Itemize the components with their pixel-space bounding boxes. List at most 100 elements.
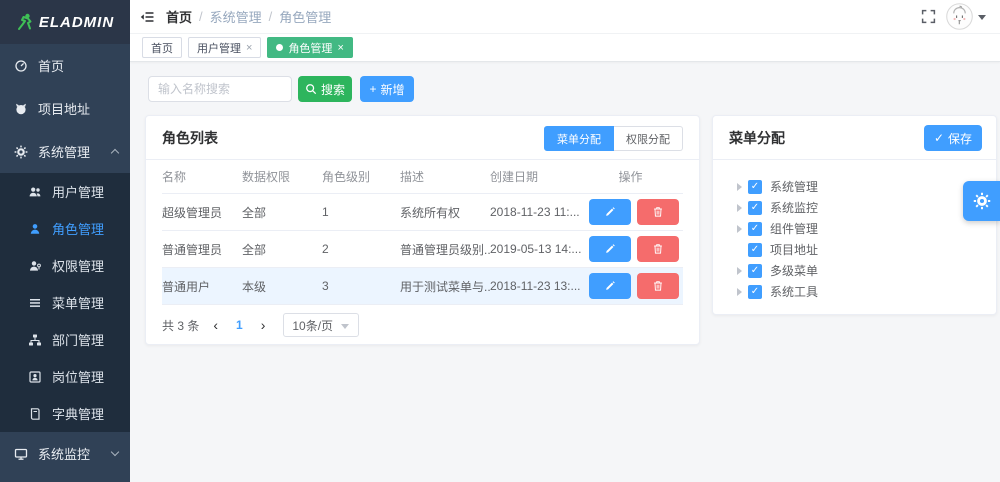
checkbox-checked[interactable]: ✓: [748, 264, 762, 278]
col-header-scope: 数据权限: [242, 168, 322, 185]
user-menu[interactable]: [946, 3, 986, 30]
expand-caret-icon[interactable]: [737, 225, 742, 233]
trash-icon: [652, 280, 664, 292]
cell-desc: 用于测试菜单与...: [400, 278, 490, 295]
plus-icon: +: [369, 82, 376, 96]
col-header-date: 创建日期: [490, 168, 584, 185]
sidebar-item-jobs[interactable]: 岗位管理: [0, 358, 130, 395]
table-row-selected[interactable]: 普通用户 本级 3 用于测试菜单与... 2018-11-23 13:...: [162, 268, 683, 305]
next-page-button[interactable]: ›: [257, 317, 270, 333]
save-button[interactable]: ✓ 保存: [924, 125, 982, 151]
delete-button[interactable]: [637, 199, 679, 225]
add-button[interactable]: + 新增: [360, 76, 414, 102]
sidebar-item-monitor[interactable]: 系统监控: [0, 432, 130, 475]
cell-date: 2019-05-13 14:...: [490, 242, 584, 256]
tree-node-label: 系统管理: [770, 178, 818, 195]
cell-name: 超级管理员: [162, 204, 242, 221]
page-size-select[interactable]: 10条/页: [283, 313, 359, 337]
tree-node[interactable]: ✓ 项目地址: [737, 239, 996, 260]
checkbox-checked[interactable]: ✓: [748, 222, 762, 236]
menu-tree: ✓ 系统管理 ✓ 系统监控 ✓ 组件管理 ✓ 项目地址 ✓ 多级菜单: [713, 160, 996, 302]
tab-label: 用户管理: [197, 40, 241, 56]
runner-logo-icon: [16, 13, 34, 31]
cell-desc: 普通管理员级别...: [400, 241, 490, 258]
menu-assign-button[interactable]: 菜单分配: [544, 126, 614, 151]
col-header-ops: 操作: [584, 168, 683, 185]
sidebar-item-users[interactable]: 用户管理: [0, 173, 130, 210]
tree-node[interactable]: ✓ 系统管理: [737, 176, 996, 197]
app-logo[interactable]: ELADMIN: [0, 0, 130, 44]
add-button-label: 新增: [381, 81, 405, 98]
cell-scope: 全部: [242, 241, 322, 258]
sidebar-item-system[interactable]: 系统管理: [0, 130, 130, 173]
permission-icon: [28, 259, 42, 273]
trash-icon: [652, 206, 664, 218]
sidebar-item-dictionary[interactable]: 字典管理: [0, 395, 130, 432]
breadcrumb-separator: /: [199, 9, 203, 24]
checkbox-checked[interactable]: ✓: [748, 180, 762, 194]
cell-date: 2018-11-23 13:...: [490, 279, 584, 293]
sidebar-item-label: 系统监控: [38, 444, 90, 463]
dashboard-icon: [14, 59, 28, 73]
breadcrumb-home[interactable]: 首页: [166, 7, 192, 26]
role-table: 名称 数据权限 角色级别 描述 创建日期 操作 超级管理员 全部 1 系统所有权…: [162, 160, 683, 305]
sidebar-fold-icon[interactable]: [140, 10, 154, 24]
expand-caret-icon[interactable]: [737, 183, 742, 191]
tab-label: 角色管理: [288, 40, 332, 56]
checkbox-checked[interactable]: ✓: [748, 285, 762, 299]
cell-name: 普通用户: [162, 278, 242, 295]
sidebar-item-label: 字典管理: [52, 404, 104, 423]
chevron-up-icon: [111, 149, 119, 157]
delete-button[interactable]: [637, 236, 679, 262]
tab-user-management[interactable]: 用户管理 ×: [188, 37, 261, 58]
tab-home[interactable]: 首页: [142, 37, 182, 58]
sidebar: ELADMIN 首页 项目地址 系统管理 用户管理: [0, 0, 130, 482]
cell-level: 3: [322, 279, 400, 293]
pencil-icon: [604, 280, 616, 292]
table-row[interactable]: 超级管理员 全部 1 系统所有权 2018-11-23 11:...: [162, 194, 683, 231]
sidebar-item-permissions[interactable]: 权限管理: [0, 247, 130, 284]
tree-node[interactable]: ✓ 系统监控: [737, 197, 996, 218]
breadcrumb-separator: /: [269, 9, 273, 24]
sidebar-item-departments[interactable]: 部门管理: [0, 321, 130, 358]
col-header-desc: 描述: [400, 168, 490, 185]
close-icon[interactable]: ×: [246, 42, 252, 54]
sidebar-item-menus[interactable]: 菜单管理: [0, 284, 130, 321]
expand-caret-icon[interactable]: [737, 267, 742, 275]
theme-settings-button[interactable]: [963, 181, 1000, 221]
tab-label: 首页: [151, 40, 173, 56]
edit-button[interactable]: [589, 199, 631, 225]
permission-assign-button[interactable]: 权限分配: [614, 126, 683, 151]
close-icon[interactable]: ×: [337, 42, 343, 54]
tag-view-bar: 首页 用户管理 × 角色管理 ×: [130, 34, 1000, 62]
checkbox-checked[interactable]: ✓: [748, 201, 762, 215]
navbar-actions: [921, 3, 1000, 30]
sidebar-item-project[interactable]: 项目地址: [0, 87, 130, 130]
delete-button[interactable]: [637, 273, 679, 299]
tree-node[interactable]: ✓ 多级菜单: [737, 260, 996, 281]
sidebar-item-roles[interactable]: 角色管理: [0, 210, 130, 247]
search-button[interactable]: 搜索: [298, 76, 352, 102]
tree-node[interactable]: ✓ 组件管理: [737, 218, 996, 239]
check-icon: ✓: [934, 131, 944, 145]
table-row[interactable]: 普通管理员 全部 2 普通管理员级别... 2019-05-13 14:...: [162, 231, 683, 268]
expand-caret-icon[interactable]: [737, 204, 742, 212]
search-input[interactable]: [148, 76, 292, 102]
checkbox-checked[interactable]: ✓: [748, 243, 762, 257]
menu-card-title: 菜单分配: [729, 128, 785, 148]
edit-button[interactable]: [589, 273, 631, 299]
expand-caret-icon[interactable]: [737, 288, 742, 296]
prev-page-button[interactable]: ‹: [209, 317, 222, 333]
tree-node[interactable]: ✓ 系统工具: [737, 281, 996, 302]
current-page[interactable]: 1: [232, 318, 247, 332]
sidebar-item-label: 部门管理: [52, 330, 104, 349]
fullscreen-icon[interactable]: [921, 9, 936, 24]
search-icon: [305, 83, 317, 95]
edit-button[interactable]: [589, 236, 631, 262]
sidebar-item-home[interactable]: 首页: [0, 44, 130, 87]
assign-toggle-group: 菜单分配 权限分配: [544, 126, 683, 151]
dictionary-icon: [28, 407, 42, 421]
cell-scope: 本级: [242, 278, 322, 295]
sidebar-item-tools[interactable]: 系统工具: [0, 475, 130, 482]
tab-role-management[interactable]: 角色管理 ×: [267, 37, 352, 58]
